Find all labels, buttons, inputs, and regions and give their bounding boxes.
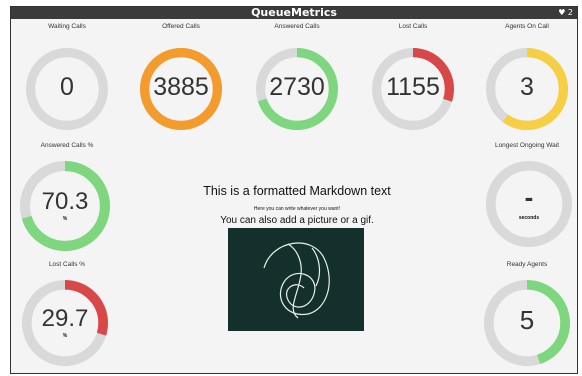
tile-lost-calls-percent[interactable]: Lost Calls % 29.7 %: [17, 259, 117, 373]
gauge-lost-calls-percent: 29.7 %: [21, 279, 109, 367]
scribble-graphic: [263, 242, 330, 319]
markdown-subheading: You can also add a picture or a gif.: [220, 215, 374, 226]
tile-label: Waiting Calls: [48, 23, 86, 30]
tile-lost-calls[interactable]: Lost Calls 1155: [363, 21, 463, 141]
tile-label: Longest Ongoing Wait: [494, 142, 560, 149]
markdown-heading: This is a formatted Markdown text: [203, 184, 391, 198]
gauge-value: 3885: [153, 73, 209, 101]
gauge-value: 2730: [269, 73, 325, 101]
markdown-paragraph: Here you can write whatever you want!: [253, 206, 341, 212]
gauge-agents-on-call: 3: [485, 47, 569, 131]
tile-longest-ongoing-wait[interactable]: Longest Ongoing Wait - seconds: [477, 140, 577, 260]
title-bar: QueueMetrics ♥ 2: [11, 7, 577, 19]
gauge-offered-calls: 3885: [139, 47, 223, 131]
gauge-unit: %: [62, 216, 68, 222]
gauge-lost-calls: 1155: [371, 47, 455, 131]
heart-counter[interactable]: ♥ 2: [558, 7, 573, 19]
dashboard-frame: QueueMetrics ♥ 2 Waiting Calls 0 Offered…: [10, 6, 578, 374]
tile-answered-calls[interactable]: Answered Calls 2730: [247, 21, 347, 141]
tile-offered-calls[interactable]: Offered Calls 3885: [131, 21, 231, 141]
tile-waiting-calls[interactable]: Waiting Calls 0: [17, 21, 117, 141]
tile-label: Agents On Call: [505, 23, 549, 30]
gauge-unit: %: [62, 333, 68, 339]
gauge-value: 1155: [386, 73, 440, 101]
gauge-answered-calls: 2730: [255, 47, 339, 131]
gauge-value: -: [524, 182, 534, 212]
gauge-answered-calls-percent: 70.3 %: [19, 160, 111, 252]
tile-label: Answered Calls: [274, 23, 320, 30]
markdown-widget: This is a formatted Markdown text Here y…: [161, 182, 433, 331]
tile-label: Lost Calls: [398, 23, 428, 30]
tile-ready-agents[interactable]: Ready Agents 5: [477, 259, 577, 373]
tile-label: Answered Calls %: [40, 142, 94, 149]
gauge-value: 0: [60, 73, 74, 101]
tile-answered-calls-percent[interactable]: Answered Calls % 70.3 %: [17, 140, 117, 260]
gauge-ready-agents: 5: [483, 279, 571, 367]
gauge-waiting-calls: 0: [25, 47, 109, 131]
gauge-value: 29.7: [41, 305, 89, 332]
gauge-value: 3: [520, 73, 534, 101]
gauge-unit: seconds: [518, 215, 540, 221]
app-title: QueueMetrics: [251, 6, 337, 19]
gauge-value: 5: [519, 305, 535, 335]
markdown-image: [228, 228, 364, 331]
tile-label: Ready Agents: [506, 261, 548, 268]
gauge-longest-ongoing-wait: - seconds: [485, 160, 573, 248]
tile-label: Lost Calls %: [48, 261, 86, 268]
tile-label: Offered Calls: [162, 23, 200, 30]
tile-agents-on-call[interactable]: Agents On Call 3: [477, 21, 577, 141]
gauge-value: 70.3: [41, 188, 89, 215]
